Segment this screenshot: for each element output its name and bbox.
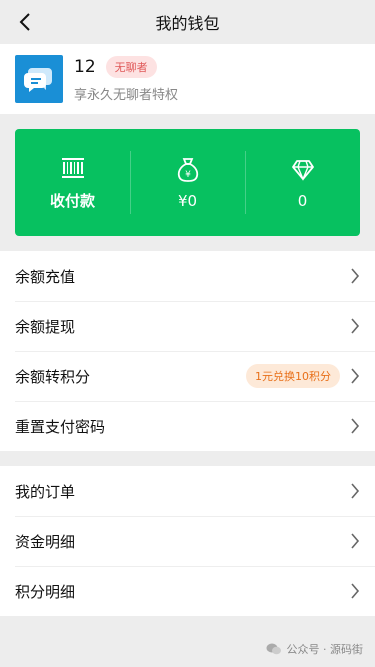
avatar	[15, 55, 63, 103]
menu-item-withdraw[interactable]: 余额提现	[0, 301, 375, 351]
watermark-text: 公众号 · 源码街	[286, 643, 364, 656]
top-nav-bar: 我的钱包	[0, 0, 375, 44]
member-privilege-text: 享永久无聊者特权	[74, 87, 179, 103]
chevron-right-icon	[351, 483, 360, 499]
chevron-right-icon	[351, 583, 360, 599]
menu-item-reset-password[interactable]: 重置支付密码	[0, 401, 375, 451]
page-title: 我的钱包	[155, 14, 220, 33]
menu-item-points-details[interactable]: 积分明细	[0, 566, 375, 616]
svg-text:¥: ¥	[185, 170, 191, 180]
balance-value: ¥0	[177, 191, 198, 210]
menu-item-fund-details[interactable]: 资金明细	[0, 516, 375, 566]
chat-bubble-icon	[24, 68, 52, 92]
wallet-actions-group: 余额充值 余额提现 余额转积分 1元兑换10积分 重置支付密码	[0, 251, 375, 451]
menu-item-recharge[interactable]: 余额充值	[0, 251, 375, 301]
menu-item-label: 余额提现	[15, 317, 76, 336]
menu-item-orders[interactable]: 我的订单	[0, 466, 375, 516]
profile-header: 12 无聊者 享永久无聊者特权	[0, 44, 375, 114]
wechat-icon	[266, 643, 281, 655]
points-value: 0	[297, 191, 308, 210]
diamond-icon	[291, 156, 315, 184]
points-button[interactable]: 0	[245, 129, 360, 236]
back-button[interactable]	[10, 0, 40, 44]
pay-collect-button[interactable]: 收付款	[15, 129, 130, 236]
records-group: 我的订单 资金明细 积分明细	[0, 466, 375, 616]
menu-item-label: 资金明细	[15, 532, 76, 551]
chevron-right-icon	[351, 368, 360, 384]
menu-item-label: 积分明细	[15, 582, 76, 601]
menu-item-label: 余额转积分	[15, 367, 91, 386]
balance-button[interactable]: ¥ ¥0	[130, 129, 245, 236]
member-badge: 无聊者	[105, 55, 157, 78]
watermark: 公众号 · 源码街	[266, 641, 364, 657]
pay-collect-label: 收付款	[49, 192, 95, 210]
wallet-card: 收付款 ¥ ¥0 0	[15, 129, 360, 236]
wallet-section: 收付款 ¥ ¥0 0	[0, 114, 375, 251]
exchange-rate-tag: 1元兑换10积分	[246, 364, 340, 388]
menu-item-label: 重置支付密码	[15, 417, 106, 436]
chevron-left-icon	[19, 13, 30, 31]
chevron-right-icon	[351, 418, 360, 434]
money-bag-icon: ¥	[176, 156, 200, 184]
barcode-icon	[61, 154, 85, 182]
chevron-right-icon	[351, 318, 360, 334]
menu-item-label: 我的订单	[15, 482, 76, 501]
user-name: 12	[74, 56, 96, 77]
chevron-right-icon	[351, 268, 360, 284]
menu-item-convert-points[interactable]: 余额转积分 1元兑换10积分	[0, 351, 375, 401]
menu-item-label: 余额充值	[15, 267, 76, 286]
chevron-right-icon	[351, 533, 360, 549]
